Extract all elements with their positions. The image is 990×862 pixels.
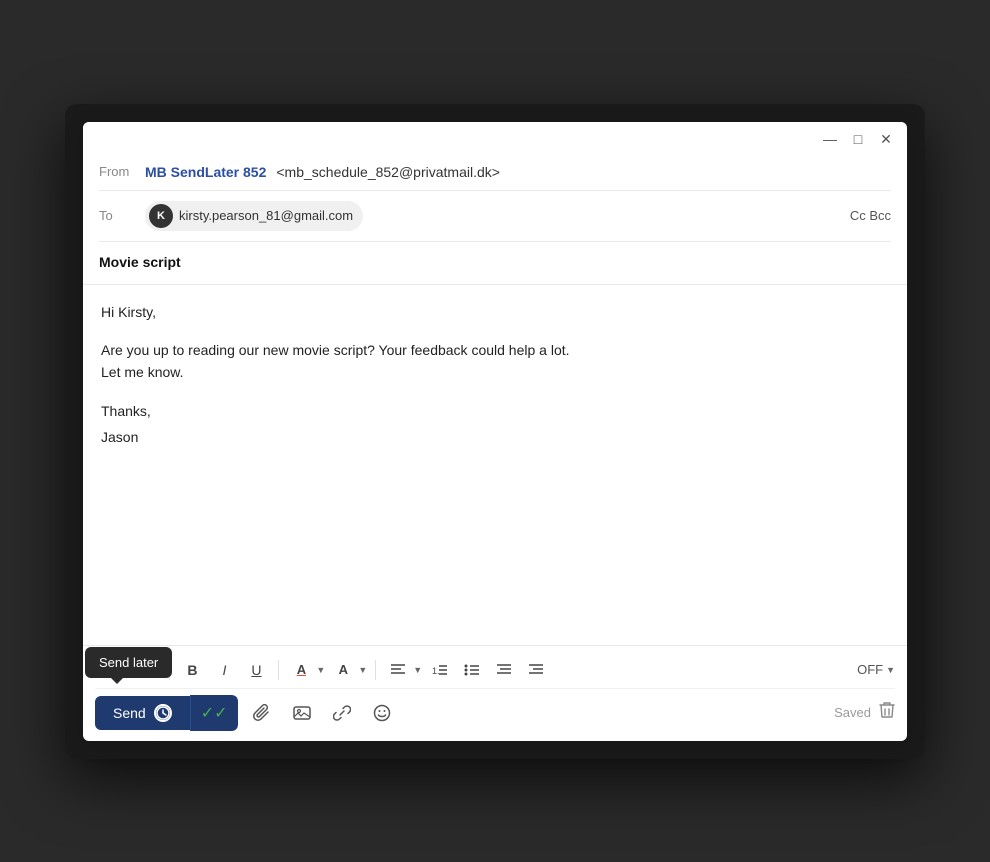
title-bar: — □ ✕	[83, 122, 907, 154]
formatting-toolbar: Arial 10 ▼ B I U A ▼ A ▼	[95, 652, 895, 689]
body-line2: Let me know.	[101, 361, 889, 383]
increase-indent-button[interactable]	[522, 656, 550, 684]
send-button-container: Send later Send	[95, 695, 238, 731]
highlight-button[interactable]: A	[329, 656, 357, 684]
font-color-chevron: ▼	[316, 665, 325, 675]
font-color-dropdown[interactable]: A ▼	[287, 656, 325, 684]
font-color-button[interactable]: A	[287, 656, 315, 684]
from-row: From MB SendLater 852 <mb_schedule_852@p…	[99, 154, 891, 191]
header-section: From MB SendLater 852 <mb_schedule_852@p…	[83, 154, 907, 242]
subject-text: Movie script	[99, 254, 181, 270]
saved-area: Saved	[834, 701, 895, 724]
alignment-dropdown[interactable]: ▼	[384, 656, 422, 684]
off-label: OFF	[857, 662, 883, 677]
underline-button[interactable]: U	[242, 656, 270, 684]
clock-icon	[154, 704, 172, 722]
from-name: MB SendLater 852	[145, 164, 266, 180]
cc-bcc-button[interactable]: Cc Bcc	[850, 208, 891, 223]
off-toggle[interactable]: OFF ▼	[857, 662, 895, 677]
sign2: Jason	[101, 426, 889, 448]
separator-3	[375, 660, 376, 680]
compose-window: — □ ✕ From MB SendLater 852 <mb_schedule…	[83, 122, 907, 741]
separator-2	[278, 660, 279, 680]
send-button[interactable]: Send	[95, 696, 190, 730]
send-btn-group: Send ✓✓	[95, 695, 238, 731]
avatar: K	[149, 204, 173, 228]
delete-button[interactable]	[879, 701, 895, 724]
subject-row: Movie script	[83, 242, 907, 285]
window-shadow: — □ ✕ From MB SendLater 852 <mb_schedule…	[65, 104, 925, 759]
to-label: To	[99, 208, 135, 223]
body-line1: Are you up to reading our new movie scri…	[101, 339, 889, 361]
from-email: <mb_schedule_852@privatmail.dk>	[276, 164, 500, 180]
minimize-button[interactable]: —	[823, 132, 837, 146]
to-row: To K kirsty.pearson_81@gmail.com Cc Bcc	[99, 191, 891, 242]
email-body[interactable]: Hi Kirsty, Are you up to reading our new…	[83, 285, 907, 645]
action-toolbar: Send later Send	[95, 689, 895, 735]
greeting-line: Hi Kirsty,	[101, 301, 889, 323]
svg-text:1.: 1.	[432, 666, 440, 676]
highlight-chevron: ▼	[358, 665, 367, 675]
close-button[interactable]: ✕	[879, 132, 893, 146]
sign1: Thanks,	[101, 400, 889, 422]
check-icon: ✓✓	[201, 705, 228, 722]
unordered-list-button[interactable]	[458, 656, 486, 684]
ordered-list-button[interactable]: 1.	[426, 656, 454, 684]
check-button[interactable]: ✓✓	[190, 695, 238, 731]
maximize-button[interactable]: □	[851, 132, 865, 146]
attachment-button[interactable]	[246, 697, 278, 729]
link-button[interactable]	[326, 697, 358, 729]
send-label: Send	[113, 705, 146, 721]
send-later-tooltip: Send later	[85, 647, 172, 678]
decrease-indent-button[interactable]	[490, 656, 518, 684]
recipient-chip[interactable]: K kirsty.pearson_81@gmail.com	[145, 201, 363, 231]
image-button[interactable]	[286, 697, 318, 729]
italic-button[interactable]: I	[210, 656, 238, 684]
recipient-email: kirsty.pearson_81@gmail.com	[179, 208, 353, 223]
align-button[interactable]	[384, 656, 412, 684]
title-bar-controls: — □ ✕	[823, 132, 893, 146]
align-chevron: ▼	[413, 665, 422, 675]
from-label: From	[99, 164, 135, 179]
body-content: Are you up to reading our new movie scri…	[101, 339, 889, 384]
emoji-button[interactable]	[366, 697, 398, 729]
highlight-dropdown[interactable]: A ▼	[329, 656, 367, 684]
bold-button[interactable]: B	[178, 656, 206, 684]
toolbar-area: Arial 10 ▼ B I U A ▼ A ▼	[83, 645, 907, 741]
off-chevron: ▼	[886, 665, 895, 675]
saved-label: Saved	[834, 705, 871, 720]
